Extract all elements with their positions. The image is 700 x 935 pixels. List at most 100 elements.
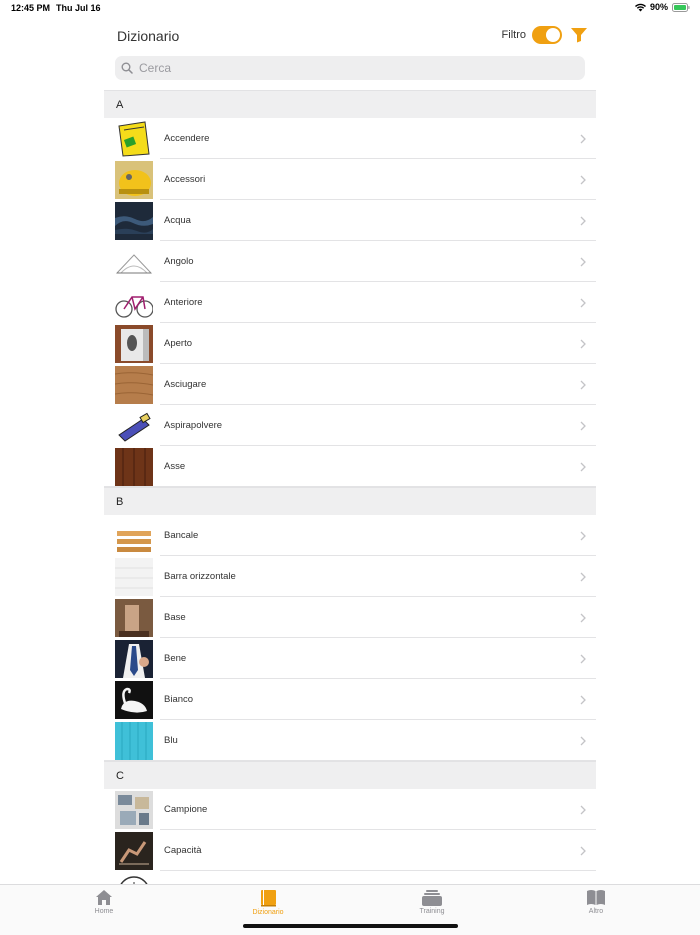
list-item-label: Angolo [164,256,194,267]
list-item[interactable]: Capacità [104,830,596,871]
clock-thumb [115,872,153,884]
chevron-right-icon [580,216,586,225]
chevron-right-icon [580,134,586,143]
list-item[interactable]: Anteriore [104,282,596,323]
tab-home[interactable]: Home [74,889,134,915]
list-item[interactable]: Aspirapolvere [104,405,596,446]
samples-thumb [115,790,153,829]
list-item[interactable]: Accendere [104,118,596,159]
list-item-label: Bancale [164,530,199,541]
chevron-right-icon [580,175,586,184]
dictionary-list: A Accendere Accessori Acqua Angolo Anter… [104,90,596,884]
tab-dizionario[interactable]: Dizionario [238,889,298,916]
wood-thumb [115,365,153,404]
chevron-right-icon [580,695,586,704]
pallet-thumb [115,516,153,555]
tab-label: Training [419,908,445,915]
list-item-label: Base [164,612,186,623]
list-item[interactable]: Blu [104,720,596,761]
status-date: Thu Jul 16 [56,3,101,13]
bicycle-thumb [115,283,153,322]
list-item-label: Barra orizzontale [164,571,236,582]
section-header: C [104,761,596,789]
tab-label: Home [94,908,114,915]
list-item-label: Accendere [164,133,210,144]
list-item[interactable]: Acqua [104,200,596,241]
chevron-right-icon [580,805,586,814]
list-item-label: Anteriore [164,297,203,308]
list-item[interactable]: Aperto [104,323,596,364]
list-item[interactable]: Barra orizzontale [104,556,596,597]
list-item-label: Asciugare [164,379,207,390]
chevron-right-icon [580,298,586,307]
list-item-label: Capacità [164,845,202,856]
list-item[interactable]: Campione [104,789,596,830]
chevron-right-icon [580,654,586,663]
angle-thumb [115,242,153,281]
list-item-label: Campione [164,804,208,815]
list-item-label: Asse [164,461,186,472]
yellow-switch-thumb [115,119,153,158]
filter-controls: Filtro [502,26,588,44]
list-item-label: Accessori [164,174,206,185]
status-bar: 12:45 PM Thu Jul 16 90% [0,0,700,18]
status-indicators: 90% [634,2,690,12]
list-item[interactable]: Asse [104,446,596,487]
white-wall-thumb [115,557,153,596]
open-book-icon [587,890,605,905]
section-header: B [104,487,596,515]
battery-icon [672,2,690,12]
tab-training[interactable]: Training [402,889,462,915]
tab-label: Altro [588,908,604,915]
home-icon [96,890,112,905]
tab-label: Dizionario [252,909,284,916]
list-item-label: Bene [164,653,187,664]
list-item-label: Bianco [164,694,194,705]
thumbs-up-thumb [115,639,153,678]
base-thumb [115,598,153,637]
list-item[interactable]: Bianco [104,679,596,720]
list-item[interactable]: Asciugare [104,364,596,405]
page-title: Dizionario [117,28,180,44]
swan-thumb [115,680,153,719]
list-item[interactable]: Bene [104,638,596,679]
gymnast-thumb [115,831,153,870]
chevron-right-icon [580,421,586,430]
toggle-knob [546,28,560,42]
blue-wood-thumb [115,721,153,760]
list-item-label: Blu [164,735,178,746]
filter-toggle[interactable] [532,26,562,44]
list-item[interactable]: Bancale [104,515,596,556]
plank-thumb [115,447,153,486]
vacuum-thumb [115,406,153,445]
list-item-label: Aspirapolvere [164,420,223,431]
helmet-thumb [115,160,153,199]
list-item-label: Acqua [164,215,191,226]
list-item[interactable]: Angolo [104,241,596,282]
wifi-icon [634,3,646,11]
search-bar[interactable] [115,56,585,80]
filter-label: Filtro [501,29,526,41]
chevron-right-icon [580,572,586,581]
stack-icon [422,890,442,906]
chevron-right-icon [580,531,586,540]
chevron-right-icon [580,339,586,348]
status-time: 12:45 PM [11,3,51,13]
search-input[interactable] [137,60,561,76]
battery-percent: 90% [649,2,668,12]
list-item[interactable]: Base [104,597,596,638]
list-item-label: Aperto [164,338,192,349]
chevron-right-icon [580,462,586,471]
chevron-right-icon [580,846,586,855]
chevron-right-icon [580,736,586,745]
book-icon [261,890,276,907]
search-icon [121,62,133,74]
chevron-right-icon [580,613,586,622]
home-indicator[interactable] [243,924,458,928]
tab-altro[interactable]: Altro [566,889,626,915]
funnel-icon[interactable] [570,27,588,43]
water-thumb [115,201,153,240]
list-item[interactable] [104,871,596,884]
door-thumb [115,324,153,363]
list-item[interactable]: Accessori [104,159,596,200]
